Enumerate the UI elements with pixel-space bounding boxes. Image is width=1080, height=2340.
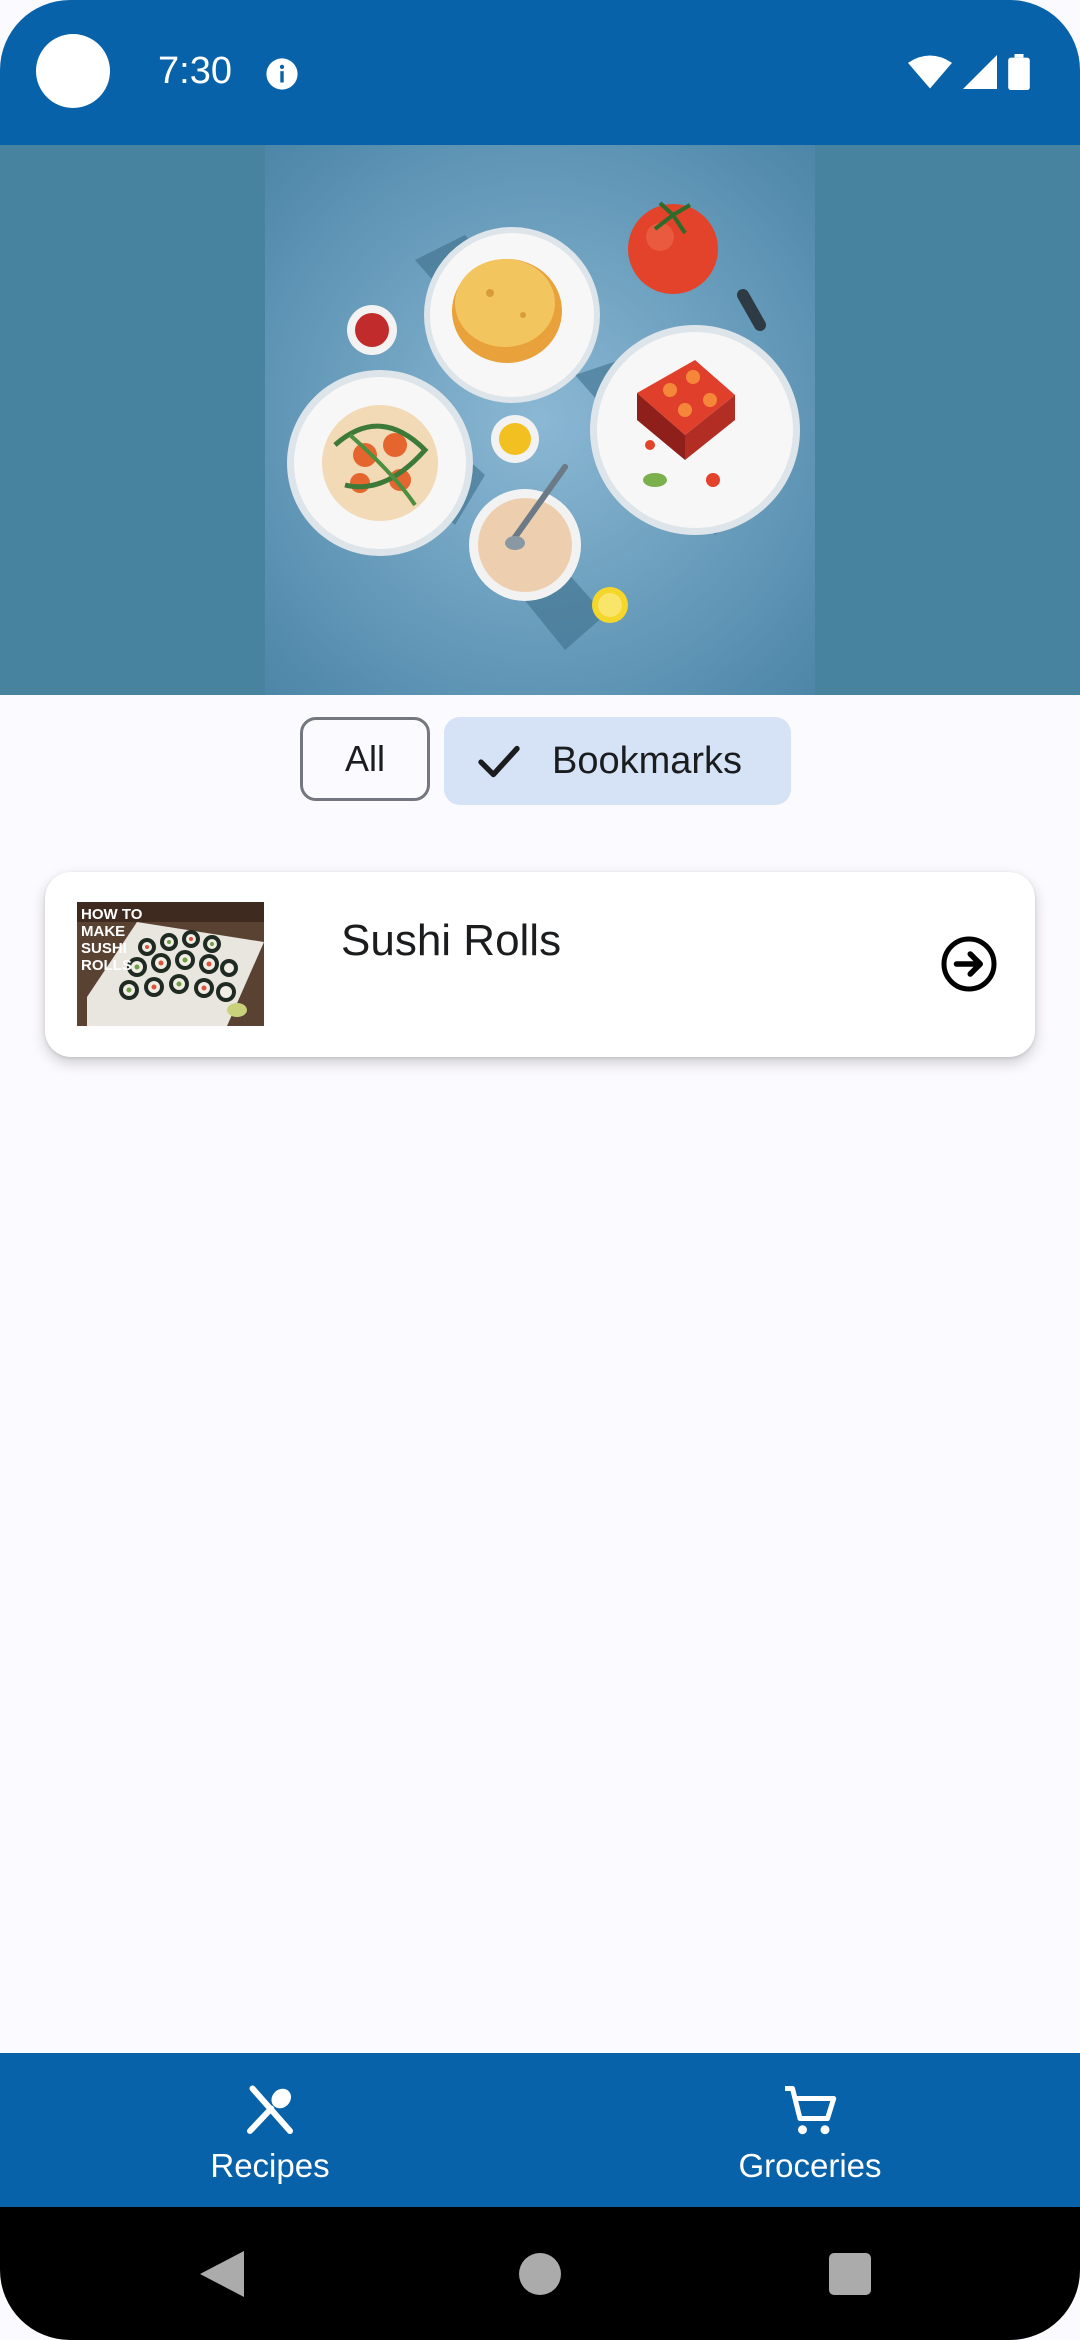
nav-item-recipes[interactable]: Recipes <box>0 2053 540 2207</box>
system-navigation-bar <box>0 2207 1080 2340</box>
nav-item-groceries[interactable]: Groceries <box>540 2053 1080 2207</box>
nav-label-recipes: Recipes <box>210 2147 330 2184</box>
recents-icon[interactable] <box>829 2253 871 2295</box>
shopping-cart-icon <box>785 2086 837 2135</box>
recipe-title: Sushi Rolls <box>341 916 562 965</box>
status-bar: 7:30 <box>0 0 1080 145</box>
back-icon[interactable] <box>200 2251 244 2297</box>
status-time: 7:30 <box>158 50 232 92</box>
info-icon <box>266 58 298 90</box>
nav-label-groceries: Groceries <box>738 2147 882 2184</box>
battery-icon <box>1008 54 1030 90</box>
bottom-navigation: Recipes Groceries <box>0 2053 1080 2207</box>
filter-chip-group: All Bookmarks <box>0 717 1080 805</box>
chip-bookmarks-label: Bookmarks <box>552 739 743 782</box>
recipe-card[interactable]: HOW TO MAKE SUSHI ROLLS Sushi Rolls <box>45 872 1035 1057</box>
arrow-circle-right-icon[interactable] <box>939 934 999 994</box>
hero-banner <box>0 145 1080 695</box>
recipe-thumbnail: HOW TO MAKE SUSHI ROLLS <box>77 902 264 1026</box>
restaurant-icon <box>247 2085 293 2134</box>
home-icon[interactable] <box>519 2253 561 2295</box>
check-icon <box>478 745 520 778</box>
cellular-signal-icon <box>963 55 997 89</box>
camera-cutout <box>36 34 110 108</box>
wifi-icon <box>908 55 952 89</box>
chip-all-label: All <box>344 738 385 779</box>
chip-all[interactable]: All <box>300 717 430 801</box>
chip-bookmarks[interactable]: Bookmarks <box>444 717 791 805</box>
thumbnail-caption: HOW TO MAKE SUSHI ROLLS <box>81 906 143 974</box>
food-illustration <box>265 145 815 695</box>
